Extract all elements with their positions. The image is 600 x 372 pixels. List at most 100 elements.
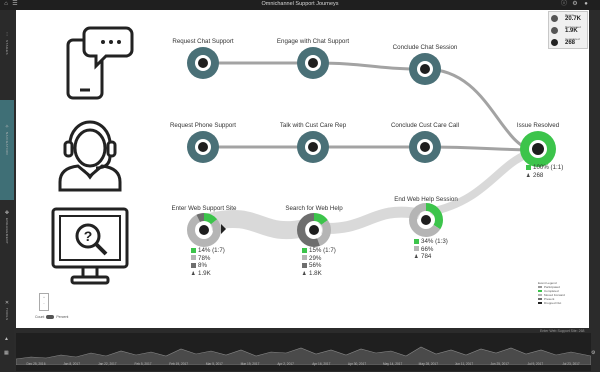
stat-forward: 66% <box>421 245 434 253</box>
stat-value: 1.9K <box>565 28 578 34</box>
forward-swatch <box>414 246 419 252</box>
completed-swatch <box>526 164 531 170</box>
stat-row: ♟ 784 <box>414 253 448 262</box>
stat-row: 34% (1:3) <box>414 238 448 246</box>
timeline-collapse-icon[interactable]: ▲ <box>4 336 9 342</box>
chat-phone-icon <box>66 26 134 100</box>
completed-swatch <box>302 247 307 253</box>
stat-row: 100% (1:1) <box>526 164 563 172</box>
timeline-tick: Jul 9, 2017 <box>527 362 544 366</box>
timeline-tick: May 28, 2017 <box>418 362 438 366</box>
timeline-tick: Jan 8, 2017 <box>63 362 80 366</box>
participated-icon <box>551 27 558 34</box>
resolved-stats: 100% (1:1) ♟ 268 <box>526 164 563 180</box>
node-label-phone1: Request Phone Support <box>169 122 237 129</box>
timeline-tick: Mar 19, 2017 <box>240 362 260 366</box>
node-web2[interactable] <box>296 212 332 248</box>
stat-row: ♟ 268 <box>526 172 563 181</box>
people-icon: ♟ <box>302 270 307 277</box>
stat-forward: 29% <box>309 254 322 262</box>
toggle-label-count: Count <box>35 315 45 319</box>
node-chat2[interactable] <box>297 47 329 79</box>
support-agent-icon <box>58 120 122 192</box>
stat-completed: 15% (1:7) <box>309 247 336 254</box>
timeline-ticks: Dec 25, 2016 Jan 8, 2017 Jan 22, 2017 Feb 5… <box>16 362 591 370</box>
event-legend: Event Legend Participated Completed Move… <box>538 281 583 305</box>
stat-completed-total: Completed 268 <box>551 37 587 48</box>
people-icon: ♟ <box>191 270 196 277</box>
timeline-tick: Jun 25, 2017 <box>490 362 509 366</box>
timeline-tick: May 14, 2017 <box>382 362 403 366</box>
svg-text:?: ? <box>84 228 93 244</box>
edge-chat-3-resolved <box>424 67 537 152</box>
calendar-icon[interactable]: ▦ <box>4 350 9 356</box>
completed-icon <box>551 39 558 46</box>
node-label-chat3: Conclude Chat Session <box>392 44 458 51</box>
stat-people: 1.9K <box>198 269 211 277</box>
stat-row: 78% <box>191 255 225 263</box>
stat-completed: 14% (1:7) <box>198 247 225 254</box>
timeline-sparkline <box>16 346 591 365</box>
stat-row: 8% <box>191 262 225 270</box>
stat-dropped: 8% <box>198 262 207 270</box>
stat-value: 20.7K <box>565 16 582 22</box>
stat-row: 66% <box>414 246 448 254</box>
timeline-tick: Dec 25, 2016 <box>26 362 46 366</box>
stat-row: 29% <box>302 255 336 263</box>
zoom-out-icon[interactable]: − <box>40 300 48 306</box>
stat-row: 15% (1:7) <box>302 247 336 255</box>
timeline-settings-icon[interactable]: ⚙ <box>591 350 595 356</box>
people-icon <box>551 15 558 22</box>
people-icon: ♟ <box>526 172 531 179</box>
node-label-resolved: Issue Resolved <box>516 122 560 129</box>
stat-value: 268 <box>565 40 576 46</box>
count-percent-toggle[interactable]: Count Percent <box>35 315 68 319</box>
timeline-tick: Feb 5, 2017 <box>134 362 152 366</box>
node-label-web2: Search for Web Help <box>285 205 343 212</box>
node-phone1[interactable] <box>187 131 219 163</box>
timeline-tick: Jan 22, 2017 <box>98 362 117 366</box>
toggle-label-percent: Percent <box>56 315 69 319</box>
stat-people: 784 <box>421 253 432 261</box>
node-phone3[interactable] <box>409 131 441 163</box>
timeline-tick: Mar 5, 2017 <box>205 362 223 366</box>
node-label-chat2: Engage with Chat Support <box>276 38 350 45</box>
stat-row: 56% <box>302 262 336 270</box>
node-web3[interactable] <box>408 202 444 238</box>
node-resolved[interactable] <box>520 131 556 167</box>
timeline-tick: Apr 16, 2017 <box>312 362 331 366</box>
node-chat3[interactable] <box>409 53 441 85</box>
completed-swatch <box>414 238 419 244</box>
dropped-swatch <box>191 262 196 268</box>
stat-people-total: People 20.7K <box>551 13 587 24</box>
toggle-switch[interactable] <box>46 315 55 319</box>
legend-item: Dropped Out <box>538 301 583 305</box>
stat-row: ♟ 1.9K <box>191 270 225 279</box>
stat-completed-pct: 100% (1:1) <box>533 164 564 171</box>
node-phone2[interactable] <box>297 131 329 163</box>
edge-web-3-resolved <box>429 148 537 216</box>
stat-people-count: 268 <box>533 171 544 179</box>
timeline-tick: Feb 19, 2017 <box>169 362 189 366</box>
web2-stats: 15% (1:7) 29% 56% ♟ 1.8K <box>302 247 336 278</box>
web3-stats: 34% (1:3) 66% ♟ 784 <box>414 238 448 262</box>
stat-forward: 78% <box>198 254 211 262</box>
people-icon: ♟ <box>414 254 419 261</box>
legend-label: Dropped Out <box>544 301 562 305</box>
node-label-phone2: Talk with Cust Care Rep <box>279 122 347 129</box>
node-web1[interactable] <box>186 212 222 248</box>
web-help-monitor-icon: ? <box>51 207 129 285</box>
stat-completed: 34% (1:3) <box>421 238 448 245</box>
web1-stats: 14% (1:7) 78% 8% ♟ 1.9K <box>191 247 225 278</box>
node-chat1[interactable] <box>187 47 219 79</box>
stat-dropped: 56% <box>309 262 322 270</box>
stats-panel: People 20.7K Participated 1.9K Completed… <box>548 11 588 49</box>
node-label-web1: Enter Web Support Site <box>171 205 237 212</box>
node-label-phone3: Conclude Cust Care Call <box>390 122 460 129</box>
timeline-tick: Jul 23, 2017 <box>562 362 580 366</box>
stat-row: 14% (1:7) <box>191 247 225 255</box>
stat-participated-total: Participated 1.9K <box>551 25 587 36</box>
node-label-chat1: Request Chat Support <box>172 38 234 45</box>
timeline-tick: Apr 30, 2017 <box>347 362 367 366</box>
zoom-control[interactable]: + − <box>39 293 49 311</box>
